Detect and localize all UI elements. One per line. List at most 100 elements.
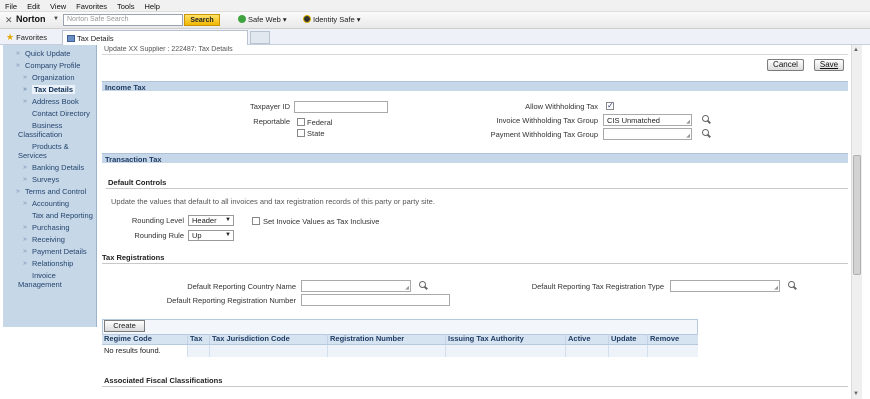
bullet-icon: » [23, 86, 27, 93]
sidebar-item-accounting[interactable]: » Accounting [3, 199, 96, 211]
rounding-rule-select[interactable]: Up ▼ [188, 230, 234, 241]
scroll-up-icon[interactable]: ▲ [853, 47, 859, 53]
bullet-icon: » [23, 164, 27, 171]
sidebar-item-label: Address Book [32, 97, 79, 106]
cancel-button[interactable]: Cancel [767, 59, 804, 71]
sidebar-item-quick-update[interactable]: » Quick Update [3, 49, 96, 61]
state-checkbox[interactable] [297, 129, 305, 137]
federal-checkbox[interactable] [297, 118, 305, 126]
invoice-withholding-label: Invoice Withholding Tax Group [496, 116, 598, 125]
sidebar-item-address-book[interactable]: » Address Book [3, 97, 96, 109]
rounding-level-value: Header [192, 216, 217, 225]
norton-toolbar: ✕ Norton ▼ Norton Safe Search Search Saf… [0, 12, 870, 29]
sidebar-item-receiving[interactable]: » Receiving [3, 235, 96, 247]
column-header-jurisdiction: Tax Jurisdiction Code [210, 334, 328, 344]
sidebar-item-organization[interactable]: » Organization [3, 73, 96, 85]
search-icon[interactable] [702, 115, 710, 123]
menu-help[interactable]: Help [140, 0, 165, 11]
sidebar-item-tax-and-reporting[interactable]: » Tax and Reporting [3, 211, 96, 223]
bullet-icon: » [37, 272, 41, 279]
sidebar: » Quick Update » Company Profile » Organiza… [3, 45, 97, 327]
sidebar-item-label: Tax and Reporting [32, 211, 93, 220]
safe-web-button[interactable]: Safe Web ▾ [238, 15, 287, 24]
invoice-withholding-input[interactable]: CIS Unmatched ◢ [603, 114, 692, 126]
sidebar-item-business-classification[interactable]: » Business Classification [3, 121, 96, 142]
sidebar-item-label: Purchasing [32, 223, 70, 232]
column-header-update: Update [609, 334, 648, 344]
rounding-level-select[interactable]: Header ▼ [188, 215, 234, 226]
scroll-down-icon[interactable]: ▼ [853, 391, 859, 397]
identity-safe-button[interactable]: Identity Safe ▾ [303, 15, 361, 24]
chevron-down-icon: ▼ [225, 232, 231, 238]
divider [102, 386, 848, 387]
bullet-icon: » [23, 224, 27, 231]
bullet-icon: » [23, 74, 27, 81]
sidebar-item-terms-and-control[interactable]: » Terms and Control [3, 187, 96, 199]
registration-number-input[interactable] [301, 294, 450, 306]
vertical-scrollbar[interactable]: ▲ ▼ [851, 45, 862, 399]
sidebar-item-label: Company Profile [25, 61, 81, 70]
table-cell [210, 345, 328, 357]
norton-search-input[interactable]: Norton Safe Search [63, 14, 183, 26]
sidebar-item-products-services[interactable]: » Products & Services [3, 142, 96, 163]
favorites-button[interactable]: ★ Favorites [6, 32, 47, 43]
chevron-down-icon[interactable]: ▼ [53, 16, 59, 22]
country-label: Default Reporting Country Name [187, 282, 296, 291]
search-icon[interactable] [419, 281, 427, 289]
reportable-label: Reportable [253, 117, 290, 126]
search-icon[interactable] [788, 281, 796, 289]
favorites-bar: ★ Favorites Tax Details [0, 29, 870, 45]
set-tax-inclusive-checkbox[interactable] [252, 217, 260, 225]
country-input[interactable]: ◢ [301, 280, 411, 292]
sidebar-item-company-profile[interactable]: » Company Profile [3, 61, 96, 73]
tab-title: Tax Details [77, 34, 114, 43]
set-tax-inclusive-label: Set Invoice Values as Tax Inclusive [263, 217, 380, 226]
table-cell [446, 345, 566, 357]
registration-type-input[interactable]: ◢ [670, 280, 780, 292]
page-icon [67, 35, 75, 42]
table-cell [566, 345, 609, 357]
sidebar-item-payment-details[interactable]: » Payment Details [3, 247, 96, 259]
sidebar-item-surveys[interactable]: » Surveys [3, 175, 96, 187]
menu-file[interactable]: File [0, 0, 22, 11]
save-button[interactable]: Save [814, 59, 844, 71]
sidebar-item-purchasing[interactable]: » Purchasing [3, 223, 96, 235]
rounding-level-label: Rounding Level [131, 216, 184, 225]
close-icon[interactable]: ✕ [5, 15, 13, 26]
create-button[interactable]: Create [104, 320, 145, 332]
bullet-icon: » [23, 248, 27, 255]
sidebar-item-contact-directory[interactable]: » Contact Directory [3, 109, 96, 121]
identity-safe-icon [303, 15, 311, 23]
norton-search-button[interactable]: Search [184, 14, 220, 26]
default-controls-description: Update the values that default to all in… [111, 197, 435, 206]
menu-edit[interactable]: Edit [22, 0, 45, 11]
bullet-icon: » [37, 122, 41, 129]
income-tax-header: Income Tax [102, 81, 848, 92]
menu-favorites[interactable]: Favorites [71, 0, 112, 11]
norton-logo[interactable]: Norton [16, 14, 46, 24]
sidebar-item-invoice-management[interactable]: » Invoice Management [3, 271, 96, 292]
registration-type-label: Default Reporting Tax Registration Type [531, 282, 664, 291]
sidebar-item-label: Payment Details [32, 247, 87, 256]
sidebar-item-tax-details[interactable]: » Tax Details [3, 85, 96, 97]
sidebar-item-banking-details[interactable]: » Banking Details [3, 163, 96, 175]
new-tab-button[interactable] [250, 31, 270, 44]
safe-web-label: Safe Web [248, 15, 281, 24]
sidebar-item-relationship[interactable]: » Relationship [3, 259, 96, 271]
bullet-icon: » [16, 62, 20, 69]
menu-view[interactable]: View [45, 0, 71, 11]
search-icon[interactable] [702, 129, 710, 137]
resize-handle: ◢ [686, 119, 690, 125]
browser-tab[interactable]: Tax Details [62, 30, 248, 45]
sidebar-item-label: Tax Details [32, 85, 76, 94]
rounding-rule-value: Up [192, 231, 202, 240]
payment-withholding-input[interactable]: ◢ [603, 128, 692, 140]
allow-withholding-checkbox[interactable] [606, 101, 614, 110]
taxpayer-id-input[interactable] [294, 101, 388, 113]
scrollbar-thumb[interactable] [853, 155, 861, 275]
bullet-icon: » [23, 98, 27, 105]
menu-tools[interactable]: Tools [112, 0, 140, 11]
tax-registrations-heading: Tax Registrations [102, 253, 165, 262]
sidebar-item-label: Quick Update [25, 49, 71, 58]
main-content: Update XX Supplier : 222487: Tax Details… [98, 45, 850, 399]
